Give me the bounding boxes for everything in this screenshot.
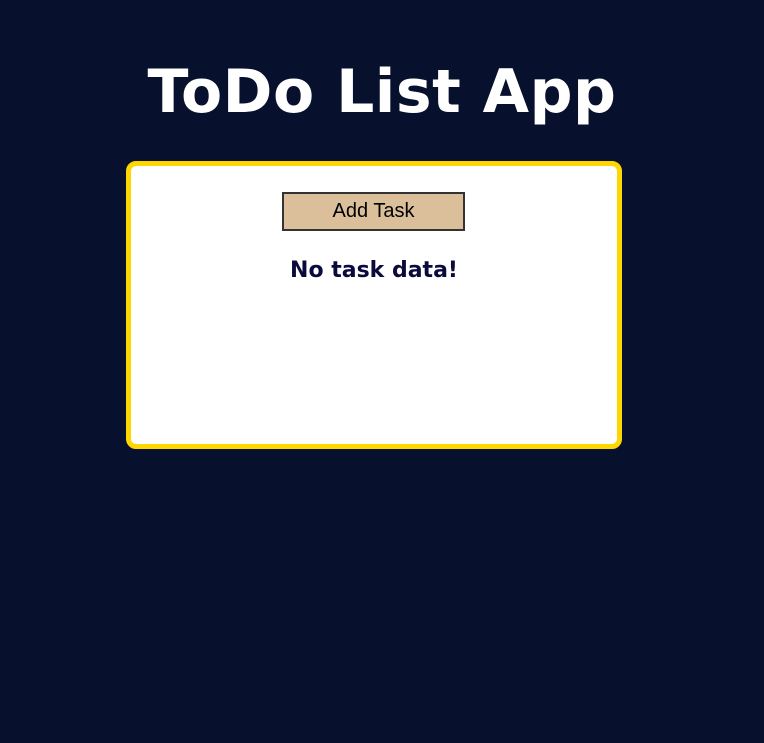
page-title: ToDo List App (147, 57, 617, 127)
empty-state-message: No task data! (290, 258, 458, 283)
task-panel: Add Task No task data! (126, 161, 622, 449)
add-task-button[interactable]: Add Task (282, 192, 465, 231)
